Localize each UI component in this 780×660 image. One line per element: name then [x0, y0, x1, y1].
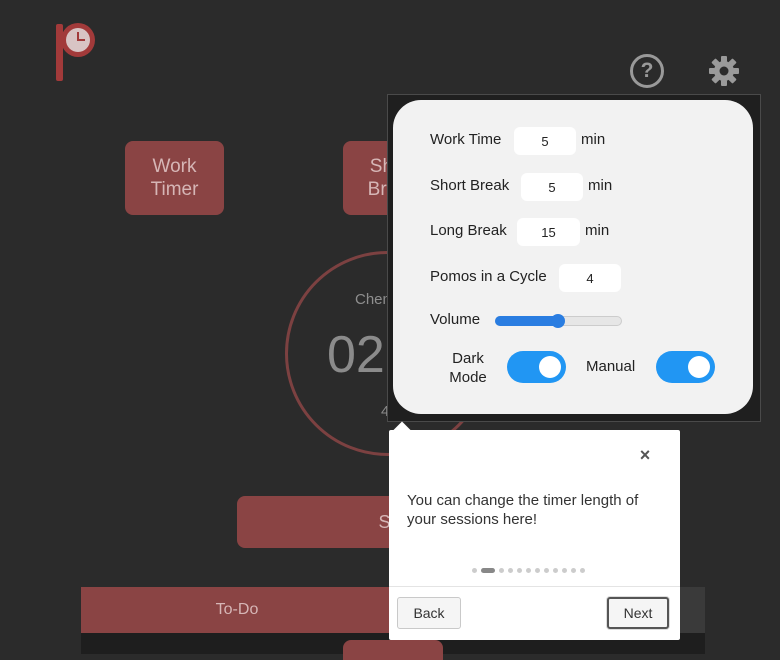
work-timer-label-line1: Work: [152, 156, 197, 177]
volume-label: Volume: [430, 311, 481, 328]
close-icon[interactable]: ×: [636, 446, 654, 464]
long-break-label: Long Break: [430, 222, 507, 239]
add-task-button[interactable]: [343, 640, 443, 660]
tour-step-dot: [517, 567, 522, 573]
tour-step-dots: [472, 566, 585, 574]
clock-logo-icon: [61, 23, 95, 57]
next-button[interactable]: Next: [607, 597, 669, 629]
tour-step-dot: [526, 567, 531, 573]
long-break-input[interactable]: [517, 218, 580, 246]
manual-label: Manual: [586, 358, 636, 375]
dark-mode-label-line1: Dark: [452, 350, 484, 367]
tour-step-dot: [508, 567, 513, 573]
manual-toggle[interactable]: [656, 351, 715, 383]
tour-step-dot: [472, 567, 477, 573]
tour-step-dot: [553, 567, 558, 573]
work-time-input[interactable]: [514, 127, 576, 155]
help-icon[interactable]: ?: [630, 54, 664, 88]
long-break-unit: min: [585, 222, 610, 239]
work-time-unit: min: [581, 131, 606, 148]
tooltip-divider: [389, 586, 680, 587]
tab-todo[interactable]: To-Do: [81, 587, 393, 633]
tour-step-dot: [571, 567, 576, 573]
tab-secondary[interactable]: [680, 587, 705, 633]
tour-step-dot: [580, 567, 585, 573]
volume-slider-fill: [495, 316, 558, 326]
work-timer-label-line2: Timer: [150, 179, 199, 200]
tour-step-dot: [562, 567, 567, 573]
work-timer-button[interactable]: Work Timer: [125, 141, 224, 215]
tab-todo-label: To-Do: [215, 601, 259, 618]
volume-slider-thumb[interactable]: [551, 314, 565, 328]
dark-mode-label: Dark Mode: [448, 349, 488, 387]
tour-step-dot: [499, 567, 504, 573]
gear-icon[interactable]: [708, 55, 740, 87]
short-break-input[interactable]: [521, 173, 583, 201]
back-button[interactable]: Back: [397, 597, 461, 629]
tour-step-dot-active: [481, 567, 495, 573]
short-break-label: Short Break: [430, 177, 510, 194]
tour-message: You can change the timer length of your …: [407, 492, 639, 528]
pomos-cycle-input[interactable]: [559, 264, 621, 292]
dark-mode-toggle[interactable]: [507, 351, 566, 383]
tour-step-dot: [544, 567, 549, 573]
dark-mode-label-line2: Mode: [449, 369, 487, 386]
tour-step-dot: [535, 567, 540, 573]
short-break-unit: min: [588, 177, 613, 194]
pomos-cycle-label: Pomos in a Cycle: [430, 268, 547, 285]
work-time-label: Work Time: [430, 131, 502, 148]
